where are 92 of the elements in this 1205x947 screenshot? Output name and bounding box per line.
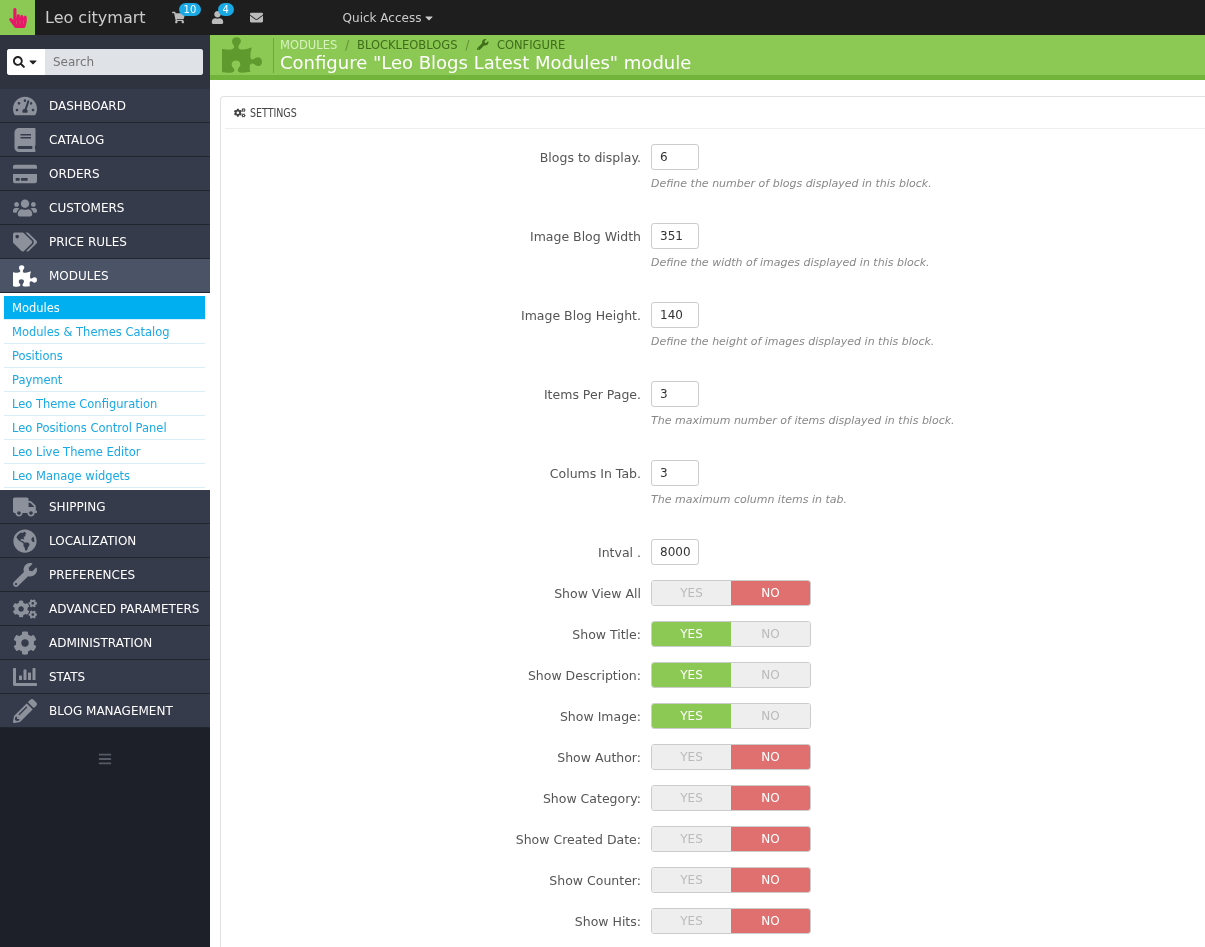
- help-text: Define the number of blogs displayed in this block.: [651, 177, 933, 190]
- menu-item[interactable]: ORDERS: [0, 157, 210, 191]
- help-text: The maximum number of items displayed in this block.: [651, 414, 956, 427]
- menu-label: PRICE RULES: [49, 234, 127, 249]
- help-text: Define the height of images displayed in this block.: [651, 335, 936, 348]
- breadcrumb-separator: /: [345, 37, 350, 52]
- field-label: Show Counter:: [548, 872, 641, 888]
- field-label: Image Blog Height.: [519, 307, 641, 323]
- pencil-icon: [12, 698, 37, 723]
- menu-item[interactable]: PRICE RULES: [0, 225, 210, 259]
- no-option[interactable]: NO: [731, 827, 810, 851]
- field-label: Show Category:: [541, 790, 641, 806]
- hand-pointer-icon: [7, 7, 28, 28]
- book-icon: [12, 127, 37, 152]
- menu-item[interactable]: PREFERENCES: [0, 558, 210, 592]
- tags-icon: [12, 229, 37, 254]
- no-option[interactable]: NO: [731, 581, 810, 605]
- menu-label: BLOG MANAGEMENT: [49, 703, 173, 718]
- breadcrumb-link[interactable]: CONFIGURE: [496, 37, 566, 52]
- input-field[interactable]: 351: [651, 223, 699, 249]
- menu-label: CUSTOMERS: [49, 200, 125, 215]
- breadcrumb-separator: /: [465, 37, 470, 52]
- shop-name: Leo citymart: [45, 8, 146, 27]
- no-option[interactable]: NO: [731, 868, 810, 892]
- yes-option[interactable]: YES: [652, 704, 731, 728]
- menu-item[interactable]: BLOG MANAGEMENT: [0, 694, 210, 728]
- wrench-icon: [477, 38, 489, 51]
- menu-item[interactable]: LOCALIZATION: [0, 524, 210, 558]
- menu-item[interactable]: SHIPPING: [0, 490, 210, 524]
- menu-item[interactable]: ADMINISTRATION: [0, 626, 210, 660]
- count-badge: 4: [217, 3, 234, 16]
- field-label: Intval .: [597, 544, 641, 560]
- menu-item[interactable]: STATS: [0, 660, 210, 694]
- field-label: Show Author:: [556, 749, 641, 765]
- search-field[interactable]: Search: [7, 49, 203, 75]
- messages-button[interactable]: [249, 11, 263, 24]
- input-field[interactable]: 3: [651, 381, 699, 407]
- menu-label: DASHBOARD: [49, 98, 126, 113]
- help-text: Define the width of images displayed in this block.: [651, 256, 931, 269]
- quick-access-menu[interactable]: Quick Access: [336, 9, 442, 26]
- menu-label: MODULES: [49, 268, 109, 283]
- breadcrumb-link[interactable]: BLOCKLEOBLOGS: [357, 37, 458, 52]
- truck-icon: [12, 494, 37, 519]
- field-label: Show Created Date:: [514, 831, 641, 847]
- menu-item[interactable]: DASHBOARD: [0, 89, 210, 123]
- no-option[interactable]: NO: [731, 745, 810, 769]
- menu-item[interactable]: MODULES: [0, 259, 210, 293]
- panel-title: SETTINGS: [249, 105, 297, 120]
- no-option[interactable]: NO: [731, 786, 810, 810]
- submenu-item[interactable]: Modules: [4, 296, 205, 320]
- field-label: Show Title:: [571, 626, 641, 642]
- menu-label: ADMINISTRATION: [49, 635, 153, 650]
- input-field[interactable]: 8000: [651, 539, 699, 565]
- field-label: Items Per Page.: [542, 386, 641, 402]
- yes-option[interactable]: YES: [652, 622, 731, 646]
- field-label: Show Image:: [558, 708, 641, 724]
- field-label: Colums In Tab.: [548, 465, 641, 481]
- field-label: Image Blog Width: [528, 228, 641, 244]
- input-field[interactable]: 3: [651, 460, 699, 486]
- puzzle-icon: [12, 263, 37, 288]
- user-icon: [210, 11, 224, 24]
- menu-item[interactable]: CATALOG: [0, 123, 210, 157]
- field-label: Show View All: [553, 585, 641, 601]
- puzzle-icon: [221, 35, 262, 75]
- count-badge: 10: [178, 3, 202, 16]
- gears-icon: [234, 106, 246, 119]
- wrench-icon: [12, 562, 37, 587]
- menu-label: LOCALIZATION: [49, 533, 137, 548]
- globe-icon: [12, 528, 37, 553]
- menu-label: ORDERS: [49, 166, 100, 181]
- envelope-icon: [249, 11, 263, 24]
- page-title: Configure "Leo Blogs Latest Modules" module: [280, 51, 692, 73]
- menu-label: STATS: [49, 669, 86, 684]
- menu-item[interactable]: CUSTOMERS: [0, 191, 210, 225]
- field-label: Blogs to display.: [538, 149, 641, 165]
- search-icon: [13, 56, 25, 68]
- menu-label: CATALOG: [49, 132, 105, 147]
- menu-item[interactable]: ADVANCED PARAMETERS: [0, 592, 210, 626]
- menu-label: PREFERENCES: [49, 567, 136, 582]
- gears-icon: [12, 596, 37, 621]
- search-scope-button[interactable]: [7, 49, 45, 75]
- input-field[interactable]: 140: [651, 302, 699, 328]
- menu-label: ADVANCED PARAMETERS: [49, 601, 200, 616]
- menu-label: SHIPPING: [49, 499, 106, 514]
- field-label: Show Hits:: [573, 913, 641, 929]
- no-option[interactable]: NO: [731, 909, 810, 933]
- breadcrumb-link[interactable]: MODULES: [280, 37, 338, 52]
- field-label: Show Description:: [526, 667, 641, 683]
- help-text: The maximum column items in tab.: [651, 493, 848, 506]
- yes-option[interactable]: YES: [652, 663, 731, 687]
- gear-icon: [12, 630, 37, 655]
- input-field[interactable]: 6: [651, 144, 699, 170]
